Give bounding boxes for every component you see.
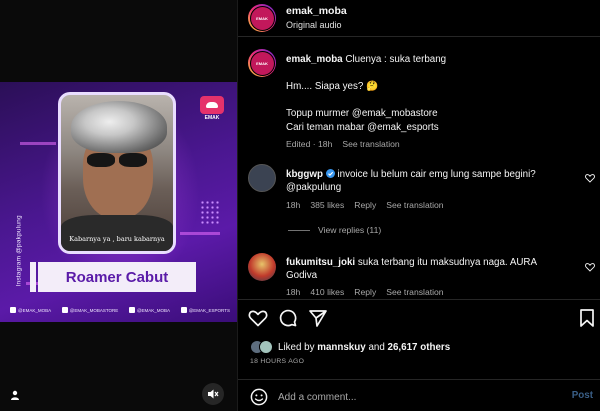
audio-link[interactable]: Original audio <box>286 20 342 30</box>
comment-username[interactable]: fukumitsu_joki <box>286 257 355 268</box>
post-header: EMAK emak_moba Original audio <box>238 0 600 37</box>
video-frame: Kabarnya ya , baru kabarnya <box>58 92 176 254</box>
sunglasses-left <box>87 153 115 167</box>
verified-badge-icon <box>325 169 335 178</box>
social-handle: @EMAK_MOBASTORE <box>61 307 118 313</box>
avatar[interactable]: EMAK <box>248 49 276 77</box>
banner-accent <box>30 262 36 292</box>
heart-icon[interactable] <box>585 262 595 272</box>
caption-username[interactable]: emak_moba <box>286 54 343 65</box>
caption-line: Hm.... Siapa yes? 🤔 <box>286 81 379 92</box>
liked-by-others: 26,617 others <box>387 341 451 353</box>
divider-line <box>288 229 310 231</box>
instagram-icon <box>61 307 68 313</box>
comment-time: 18h <box>286 287 301 297</box>
comment-likes[interactable]: 385 likes <box>310 200 344 210</box>
mute-button[interactable] <box>202 383 224 405</box>
comment-meta: 18h 385 likes Reply See translation <box>286 200 444 210</box>
avatar[interactable] <box>248 253 276 281</box>
social-handle: @EMAK_MOBA <box>128 307 170 313</box>
social-handle: @EMAK_ESPORTS <box>180 307 230 313</box>
reel-video[interactable]: Instagram @pakpulung Kabarnya ya , baru … <box>0 82 237 322</box>
emoji-icon[interactable] <box>250 388 268 406</box>
comment-icon[interactable] <box>278 308 298 328</box>
comment-time: 18h <box>286 200 301 210</box>
instagram-icon <box>180 307 187 313</box>
twitter-icon <box>128 307 135 313</box>
see-translation-link[interactable]: See translation <box>386 200 443 210</box>
liked-by-user: mannskuy <box>317 341 366 353</box>
video-caption: Kabarnya ya , baru kabarnya <box>69 235 165 243</box>
like-heart-icon[interactable] <box>248 308 268 328</box>
share-icon[interactable] <box>308 308 328 328</box>
reply-button[interactable]: Reply <box>354 287 376 297</box>
decor-stripe <box>180 232 220 235</box>
brand-label: EMAK <box>204 115 220 121</box>
comment-likes[interactable]: 410 likes <box>310 287 344 297</box>
caption-text: emak_moba Cluenya : suka terbang <box>286 54 447 65</box>
comment-mention[interactable]: @pakpulung <box>286 181 341 194</box>
decor-dots <box>200 200 220 226</box>
post-side-panel: EMAK emak_moba Original audio EMAK emak_… <box>237 0 600 411</box>
edited-time: Edited · 18h <box>286 139 333 149</box>
liked-by-row[interactable]: Liked by mannskuy and 26,617 others <box>250 340 450 354</box>
comments-list[interactable]: EMAK emak_moba Cluenya : suka terbang Hm… <box>238 37 600 299</box>
avatar[interactable] <box>248 164 276 192</box>
add-comment-bar: Post <box>238 379 600 411</box>
social-handle: @EMAK_MOBA <box>10 307 51 313</box>
caption-meta: Edited · 18h See translation <box>286 139 400 149</box>
view-replies-button[interactable]: View replies (11) <box>288 225 381 235</box>
post-username[interactable]: emak_moba <box>286 5 347 17</box>
user-tag-icon[interactable] <box>10 390 20 400</box>
avatar <box>259 340 273 354</box>
instagram-icon <box>10 307 16 313</box>
social-handles: @EMAK_MOBA @EMAK_MOBASTORE @EMAK_MOBA @E… <box>10 304 230 316</box>
post-button[interactable]: Post <box>572 390 593 401</box>
caption-line: Topup murmer @emak_mobastore <box>286 108 438 119</box>
comment-meta: 18h 410 likes Reply See translation <box>286 287 444 297</box>
person-hair <box>71 101 167 153</box>
brand-logo-icon <box>200 96 224 114</box>
post-timestamp: 18 HOURS AGO <box>250 358 305 365</box>
title-banner: Roamer Cabut <box>30 262 196 292</box>
avatar[interactable]: EMAK <box>248 4 276 32</box>
comment-username[interactable]: kbggwp <box>286 169 323 180</box>
comment-text: kbggwp invoice lu belum cair emg lung sa… <box>286 169 536 180</box>
title-text: Roamer Cabut <box>65 268 169 286</box>
action-bar: Liked by mannskuy and 26,617 others 18 H… <box>238 299 600 411</box>
comment-input[interactable] <box>278 388 548 406</box>
reply-button[interactable]: Reply <box>354 200 376 210</box>
see-translation-link[interactable]: See translation <box>342 139 399 149</box>
media-panel[interactable]: Instagram @pakpulung Kabarnya ya , baru … <box>0 0 237 411</box>
sunglasses-right <box>119 153 147 167</box>
heart-icon[interactable] <box>585 173 595 183</box>
caption-line: Cari teman mabar @emak_esports <box>286 122 439 133</box>
side-handle: Instagram @pakpulung <box>15 215 23 287</box>
speaker-muted-icon <box>208 389 219 399</box>
comment-text: fukumitsu_joki suka terbang itu maksudny… <box>286 257 538 268</box>
decor-stripe <box>20 142 56 145</box>
see-translation-link[interactable]: See translation <box>386 287 443 297</box>
comment-line: Godiva <box>286 270 318 281</box>
liked-by-text[interactable]: Liked by mannskuy and 26,617 others <box>278 342 450 353</box>
bookmark-icon[interactable] <box>577 308 597 328</box>
